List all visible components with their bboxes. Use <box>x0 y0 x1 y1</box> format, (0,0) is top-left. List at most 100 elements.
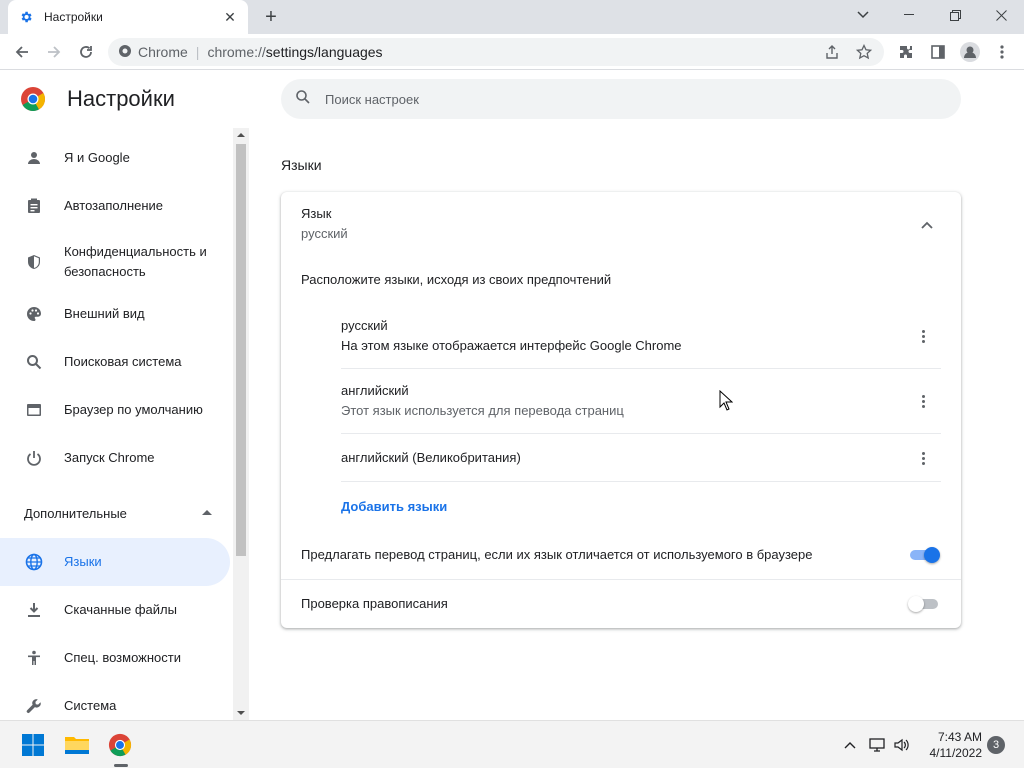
divider <box>341 433 941 434</box>
minimize-button[interactable] <box>886 0 932 30</box>
reload-button[interactable] <box>74 40 98 64</box>
sidebar-item-label: Система <box>64 698 117 713</box>
language-name: английский <box>341 383 409 398</box>
sidebar-item-search-engine[interactable]: Поисковая система <box>0 350 230 374</box>
page-title: Настройки <box>67 86 175 111</box>
profile-avatar[interactable] <box>958 40 982 64</box>
tab-search-button[interactable] <box>840 0 886 30</box>
sidebar-item-label: Я и Google <box>64 150 130 165</box>
scroll-down-arrow-icon[interactable] <box>237 711 245 715</box>
clipboard-icon <box>24 196 44 216</box>
sidebar-item-privacy[interactable]: Конфиденциальность и безопасность <box>0 240 230 284</box>
offer-translate-toggle[interactable] <box>910 545 940 565</box>
tab-strip: Настройки ✕ + <box>0 0 1024 34</box>
new-tab-button[interactable]: + <box>259 5 283 29</box>
settings-search[interactable] <box>281 79 961 119</box>
chrome-taskbar-icon[interactable] <box>106 731 134 759</box>
restore-button[interactable] <box>932 0 978 30</box>
back-button[interactable] <box>10 40 34 64</box>
chrome-site-icon <box>118 44 132 61</box>
sidebar-item-label: Скачанные файлы <box>64 602 177 617</box>
search-input[interactable] <box>325 91 825 107</box>
site-label: Chrome <box>138 44 188 60</box>
globe-icon <box>24 552 44 572</box>
sidebar-item-autofill[interactable]: Автозаполнение <box>0 194 230 218</box>
file-explorer-icon[interactable] <box>63 731 91 759</box>
chrome-logo <box>20 86 46 112</box>
scroll-thumb[interactable] <box>236 144 246 556</box>
divider <box>281 579 961 580</box>
gear-icon <box>18 9 34 25</box>
more-vert-icon[interactable] <box>913 326 933 346</box>
start-menu-icon[interactable] <box>19 731 47 759</box>
wrench-icon <box>24 696 44 716</box>
toggle-knob <box>908 596 924 612</box>
network-icon[interactable] <box>868 735 888 755</box>
sidebar-item-label: Спец. возможности <box>64 650 181 665</box>
address-bar[interactable]: Chrome | chrome://settings/languages <box>108 38 884 66</box>
language-label: Язык <box>301 206 332 221</box>
notification-badge[interactable]: 3 <box>987 736 1005 754</box>
sidebar-item-label: Конфиденциальность и безопасность <box>64 244 207 279</box>
spellcheck-label: Проверка правописания <box>301 596 448 611</box>
language-value: русский <box>301 226 348 241</box>
shield-icon <box>24 252 44 272</box>
search-icon <box>295 89 311 110</box>
sidebar-item-label: Внешний вид <box>64 306 145 321</box>
clock-time: 7:43 AM <box>937 730 982 744</box>
volume-icon[interactable] <box>892 735 912 755</box>
sidebar-item-you-and-google[interactable]: Я и Google <box>0 146 230 170</box>
forward-button[interactable] <box>42 40 66 64</box>
scroll-up-arrow-icon[interactable] <box>237 133 245 137</box>
power-icon <box>24 448 44 468</box>
sidebar-item-accessibility[interactable]: Спец. возможности <box>0 646 230 670</box>
sidebar-item-label: Поисковая система <box>64 354 182 369</box>
taskbar: 7:43 AM 4/11/2022 3 <box>0 720 1024 768</box>
language-name: английский (Великобритания) <box>341 450 521 465</box>
close-window-button[interactable] <box>978 0 1024 30</box>
mouse-cursor-icon <box>719 389 734 412</box>
sidebar-item-appearance[interactable]: Внешний вид <box>0 302 230 326</box>
palette-icon <box>24 304 44 324</box>
chevron-up-icon[interactable] <box>202 510 212 515</box>
offer-translate-label: Предлагать перевод страниц, если их язык… <box>301 547 813 562</box>
sidebar-item-system[interactable]: Система <box>0 694 230 718</box>
sidebar-scrollbar[interactable] <box>233 128 249 720</box>
more-vert-icon[interactable] <box>913 391 933 411</box>
divider <box>341 368 941 369</box>
chevron-up-icon[interactable] <box>921 216 937 232</box>
url-text: chrome://settings/languages <box>207 44 383 60</box>
star-icon[interactable] <box>854 42 874 62</box>
url-separator: | <box>195 44 200 60</box>
divider <box>341 481 941 482</box>
sidebar: Я и Google Автозаполнение Конфиденциальн… <box>0 128 232 720</box>
clock-date: 4/11/2022 <box>929 746 983 760</box>
more-menu-icon[interactable] <box>990 40 1014 64</box>
sidebar-item-label: Языки <box>64 554 102 569</box>
sidebar-item-languages[interactable]: Языки <box>0 538 230 586</box>
active-app-indicator <box>114 764 128 767</box>
download-icon <box>24 600 44 620</box>
side-panel-icon[interactable] <box>926 40 950 64</box>
toolbar: Chrome | chrome://settings/languages <box>0 34 1024 70</box>
sidebar-item-on-startup[interactable]: Запуск Chrome <box>0 446 230 470</box>
sidebar-item-downloads[interactable]: Скачанные файлы <box>0 598 230 622</box>
toggle-knob <box>924 547 940 563</box>
section-title: Языки <box>281 157 322 173</box>
spellcheck-toggle[interactable] <box>908 594 940 614</box>
sidebar-item-default-browser[interactable]: Браузер по умолчанию <box>0 398 230 422</box>
advanced-section-toggle[interactable]: Дополнительные <box>24 506 127 521</box>
language-note: На этом языке отображается интерфейс Goo… <box>341 338 682 353</box>
add-languages-button[interactable]: Добавить языки <box>341 499 447 514</box>
system-clock[interactable]: 7:43 AM 4/11/2022 <box>918 729 983 761</box>
tab-title: Настройки <box>44 10 103 24</box>
language-note: Этот язык используется для перевода стра… <box>341 403 624 418</box>
tab-settings[interactable]: Настройки ✕ <box>8 0 248 34</box>
language-order-hint: Расположите языки, исходя из своих предп… <box>301 272 612 287</box>
share-icon[interactable] <box>822 42 842 62</box>
chevron-up-icon[interactable] <box>840 735 860 755</box>
extensions-icon[interactable] <box>894 40 918 64</box>
browser-window-icon <box>24 400 44 420</box>
more-vert-icon[interactable] <box>913 448 933 468</box>
close-tab-icon[interactable]: ✕ <box>222 9 238 25</box>
